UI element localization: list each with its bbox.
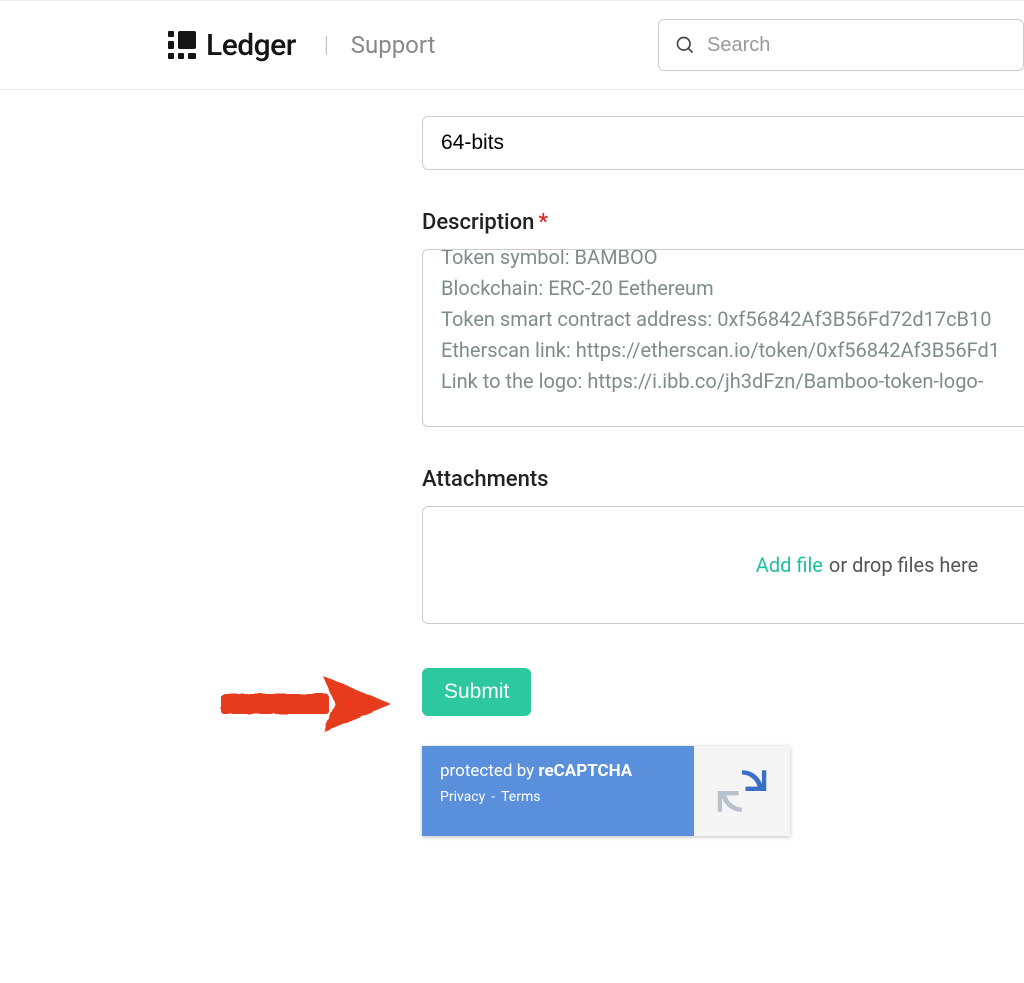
os-bits-field[interactable] <box>422 116 1024 170</box>
attachments-label: Attachments <box>422 467 1024 492</box>
brand-name: Ledger <box>206 28 296 63</box>
description-textarea[interactable]: Token symbol: BAMBOO Blockchain: ERC-20 … <box>422 249 1024 427</box>
search-input[interactable] <box>707 34 1007 57</box>
divider-pipe: | <box>324 33 329 58</box>
brand-block: Ledger | Support <box>168 28 435 63</box>
description-line: Link to the logo: https://i.ibb.co/jh3dF… <box>441 366 1013 397</box>
recaptcha-name: reCAPTCHA <box>538 761 632 781</box>
description-line: Token smart contract address: 0xf56842Af… <box>441 304 1013 335</box>
section-name[interactable]: Support <box>351 31 436 59</box>
add-file-link[interactable]: Add file <box>756 553 823 577</box>
recaptcha-icon <box>716 765 768 817</box>
top-bar: Ledger | Support <box>0 0 1024 90</box>
annotation-arrow-icon <box>215 664 399 742</box>
recaptcha-privacy-link[interactable]: Privacy <box>440 789 485 805</box>
drop-hint-text: or drop files here <box>829 553 978 577</box>
required-asterisk: * <box>538 210 548 235</box>
search-box[interactable] <box>658 19 1024 71</box>
description-line: Token symbol: BAMBOO <box>441 249 1013 273</box>
search-icon <box>675 35 695 55</box>
recaptcha-protected-text: protected by <box>440 761 534 781</box>
recaptcha-link-separator: - <box>491 789 495 805</box>
recaptcha-icon-area <box>694 746 790 836</box>
description-label: Description * <box>422 210 1024 235</box>
attachments-dropzone[interactable]: Add file or drop files here <box>422 506 1024 624</box>
recaptcha-text: protected by reCAPTCHA Privacy - Terms <box>422 746 694 836</box>
description-line: Etherscan link: https://etherscan.io/tok… <box>441 335 1013 366</box>
description-label-text: Description <box>422 210 534 235</box>
submit-button[interactable]: Submit <box>422 668 531 716</box>
description-line: Blockchain: ERC-20 Eethereum <box>441 273 1013 304</box>
ledger-logo[interactable]: Ledger <box>168 28 296 63</box>
recaptcha-terms-link[interactable]: Terms <box>501 789 540 805</box>
form-area: Description * Token symbol: BAMBOO Block… <box>0 90 1024 836</box>
recaptcha-badge: protected by reCAPTCHA Privacy - Terms <box>422 746 790 836</box>
ledger-mark-icon <box>168 31 196 59</box>
